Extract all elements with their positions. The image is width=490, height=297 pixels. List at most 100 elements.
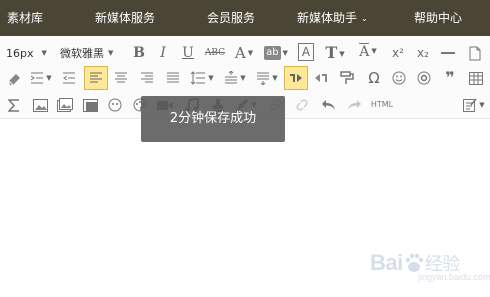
background-color-icon: ab: [264, 46, 281, 60]
font-size-select[interactable]: 16px ▼: [6, 42, 50, 64]
paragraph-spacing-top-button[interactable]: ▼: [222, 67, 248, 89]
align-center-button[interactable]: [112, 67, 130, 89]
insert-table-button[interactable]: [466, 67, 486, 89]
background-image-button[interactable]: [80, 94, 100, 116]
nav-item-material-library[interactable]: 素材库: [7, 0, 43, 36]
spacing-bottom-icon: [257, 72, 270, 85]
blockquote-button[interactable]: ❞: [440, 67, 460, 89]
html-label: HTML: [370, 100, 394, 109]
spacing-top-icon: [225, 71, 238, 84]
underline-button[interactable]: U: [180, 42, 196, 64]
chevron-down-icon: ▼: [208, 73, 214, 82]
chevron-down-icon: ▼: [247, 48, 254, 57]
text-border-icon: A: [301, 45, 311, 59]
nav-item-new-media-service[interactable]: 新媒体服务: [95, 0, 155, 36]
bold-button[interactable]: B: [131, 42, 147, 64]
insert-gif-button[interactable]: [105, 94, 125, 116]
page-break-button[interactable]: [466, 42, 484, 64]
undo-button[interactable]: [318, 94, 338, 116]
rtl-direction-button[interactable]: [312, 67, 330, 89]
font-color-icon: A: [234, 43, 246, 62]
background-color-button[interactable]: ab ▼: [262, 42, 290, 64]
redo-icon: [347, 100, 361, 110]
more-options-button[interactable]: ▼: [460, 94, 488, 116]
strikethrough-button[interactable]: ABC: [204, 42, 226, 64]
html-source-button[interactable]: HTML: [368, 94, 396, 116]
letter-spacing-button[interactable]: A ▼: [354, 40, 382, 62]
watermark-url: jingyan.baidu.com: [418, 272, 490, 282]
nav-item-label: 素材库: [7, 11, 44, 25]
indent-icon: [31, 72, 44, 84]
paw-icon: [405, 253, 423, 272]
top-nav: 素材库 新媒体服务 会员服务 新媒体助手 ⌄ 帮助中心: [0, 0, 490, 36]
title-icon: T: [325, 43, 338, 62]
chevron-down-icon: ▼: [371, 46, 377, 55]
chevron-down-icon: ▼: [240, 73, 246, 82]
horizontal-rule-icon: [441, 52, 455, 54]
line-height-icon: [190, 71, 206, 85]
subscript-icon: x₂: [417, 46, 429, 60]
font-size-value: 16px: [6, 46, 34, 60]
superscript-button[interactable]: x²: [389, 42, 407, 64]
background-icon: [82, 98, 98, 112]
indent-button[interactable]: ▼: [28, 67, 54, 89]
nav-item-member-service[interactable]: 会员服务: [207, 0, 255, 36]
eraser-icon: [8, 74, 20, 85]
format-painter-icon: [340, 71, 354, 84]
underline-icon: U: [182, 45, 194, 61]
chevron-down-icon: ▼: [339, 48, 345, 58]
strikethrough-icon: ABC: [204, 47, 226, 58]
nav-item-label: 新媒体服务: [95, 11, 156, 25]
nav-item-label: 帮助中心: [414, 11, 463, 25]
chevron-down-icon: ▼: [108, 48, 114, 57]
table-icon: [469, 71, 483, 85]
nav-item-label: 新媒体助手: [297, 11, 358, 25]
ltr-direction-button[interactable]: [284, 66, 308, 90]
align-left-icon: [90, 72, 102, 83]
eraser-button[interactable]: [5, 67, 23, 89]
font-color-button[interactable]: A ▼: [232, 42, 256, 64]
unlink-button[interactable]: [292, 94, 312, 116]
save-success-toast: 2分钟保存成功: [141, 96, 285, 142]
align-justify-icon: [167, 72, 179, 83]
align-right-button[interactable]: [138, 67, 156, 89]
chevron-down-icon: ▼: [41, 48, 47, 57]
align-left-button[interactable]: [84, 66, 108, 90]
formula-button[interactable]: [5, 94, 23, 116]
paragraph-spacing-bottom-button[interactable]: ▼: [254, 67, 280, 89]
emoji-button[interactable]: [389, 67, 409, 89]
nav-item-help-center[interactable]: 帮助中心: [414, 0, 462, 36]
undo-icon: [321, 100, 335, 110]
align-justify-button[interactable]: [164, 67, 182, 89]
page-icon: [469, 46, 481, 60]
toast-message: 2分钟保存成功: [169, 111, 257, 126]
horizontal-line-button[interactable]: [439, 42, 457, 64]
nav-item-new-media-assistant[interactable]: 新媒体助手 ⌄: [297, 0, 368, 36]
font-family-select[interactable]: 微软雅黑 ▼: [60, 42, 124, 64]
outdent-button[interactable]: [60, 67, 78, 89]
italic-button[interactable]: I: [155, 42, 171, 64]
title-style-button[interactable]: T ▼: [323, 42, 347, 64]
subscript-button[interactable]: x₂: [414, 42, 432, 64]
chevron-down-icon: ▼: [272, 73, 278, 82]
chevron-down-icon: ▼: [282, 48, 288, 57]
mention-button[interactable]: [414, 67, 434, 89]
baidu-watermark: Bai 经验 jingyan.baidu.com: [370, 246, 490, 282]
edit-document-icon: [463, 98, 477, 112]
line-height-button[interactable]: ▼: [188, 67, 216, 89]
redo-button[interactable]: [344, 94, 364, 116]
chevron-down-icon: ⌄: [361, 14, 368, 23]
nav-item-label: 会员服务: [207, 11, 256, 25]
image-icon: [32, 98, 48, 112]
format-painter-button[interactable]: [338, 67, 356, 89]
italic-icon: I: [160, 45, 166, 61]
omega-icon: Ω: [368, 68, 380, 87]
text-border-button[interactable]: A: [298, 43, 314, 61]
sigma-icon: [8, 98, 19, 112]
gallery-icon: [57, 98, 73, 112]
quote-icon: ❞: [445, 68, 455, 87]
align-center-icon: [115, 72, 127, 83]
multi-image-button[interactable]: [55, 94, 75, 116]
insert-image-button[interactable]: [30, 94, 50, 116]
special-char-button[interactable]: Ω: [364, 67, 384, 89]
